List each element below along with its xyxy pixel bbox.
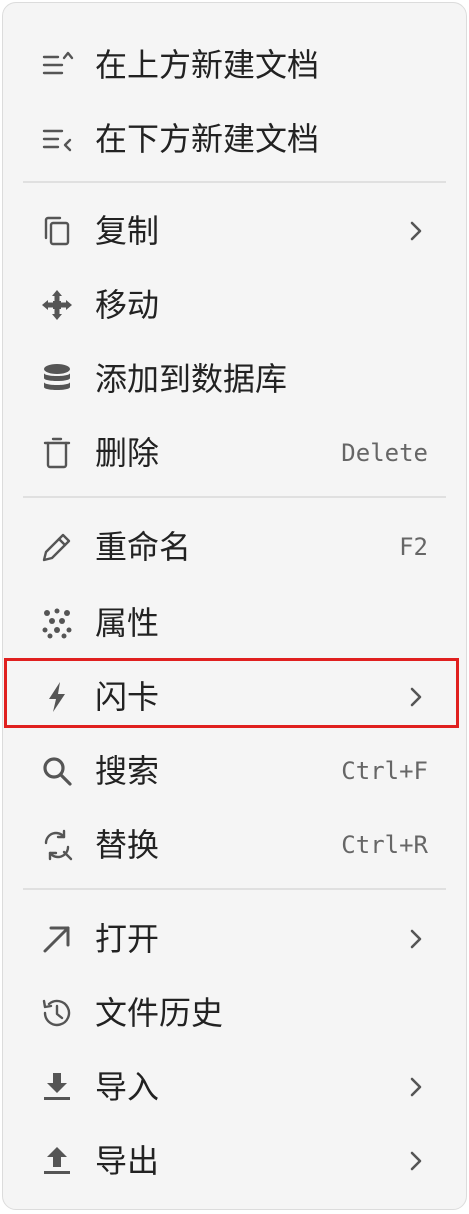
insert-above-icon <box>39 47 75 83</box>
menu-item-new-doc-below[interactable]: 在下方新建文档 <box>3 103 468 175</box>
menu-item-search[interactable]: 搜索 Ctrl+F <box>3 735 468 807</box>
menu-item-replace[interactable]: 替换 Ctrl+R <box>3 809 468 881</box>
menu-item-label: 删除 <box>95 434 160 472</box>
export-icon <box>39 1143 75 1179</box>
menu-item-delete[interactable]: 删除 Delete <box>3 417 468 489</box>
menu-item-label: 导入 <box>95 1068 160 1106</box>
menu-item-label: 搜索 <box>95 752 160 790</box>
menu-separator <box>23 888 446 890</box>
menu-item-label: 文件历史 <box>95 994 224 1032</box>
trash-icon <box>39 435 75 471</box>
menu-item-label: 复制 <box>95 212 160 250</box>
menu-item-attributes[interactable]: 属性 <box>3 587 468 659</box>
flashcard-icon <box>39 679 75 715</box>
menu-item-label: 在上方新建文档 <box>95 46 320 84</box>
menu-item-new-doc-above[interactable]: 在上方新建文档 <box>3 29 468 101</box>
menu-item-label: 导出 <box>95 1142 160 1180</box>
menu-item-file-history[interactable]: 文件历史 <box>3 977 468 1049</box>
search-icon <box>39 753 75 789</box>
chevron-right-icon <box>404 1125 428 1197</box>
insert-below-icon <box>39 121 75 157</box>
shortcut-label: Ctrl+F <box>341 757 428 785</box>
menu-item-rename[interactable]: 重命名 F2 <box>3 511 468 583</box>
menu-item-label: 属性 <box>95 604 160 642</box>
copy-icon <box>39 213 75 249</box>
menu-item-label: 重命名 <box>95 528 192 566</box>
replace-icon <box>39 827 75 863</box>
menu-item-label: 在下方新建文档 <box>95 120 320 158</box>
menu-item-copy[interactable]: 复制 <box>3 195 468 267</box>
menu-item-export[interactable]: 导出 <box>3 1125 468 1197</box>
pencil-icon <box>39 529 75 565</box>
menu-item-label: 移动 <box>95 286 160 324</box>
history-icon <box>39 995 75 1031</box>
chevron-right-icon <box>404 1051 428 1123</box>
menu-item-label: 添加到数据库 <box>95 360 288 398</box>
chevron-right-icon <box>404 661 428 733</box>
database-icon <box>39 361 75 397</box>
import-icon <box>39 1069 75 1105</box>
shortcut-label: Ctrl+R <box>341 831 428 859</box>
menu-item-label: 替换 <box>95 826 160 864</box>
menu-item-import[interactable]: 导入 <box>3 1051 468 1123</box>
open-arrow-icon <box>39 921 75 957</box>
menu-item-move[interactable]: 移动 <box>3 269 468 341</box>
shortcut-label: F2 <box>399 533 428 561</box>
attributes-icon <box>39 605 75 641</box>
menu-item-label: 闪卡 <box>95 678 160 716</box>
context-menu: 在上方新建文档 在下方新建文档 复制 移动 添加到数据库 删除 Delete 重… <box>2 2 467 1210</box>
chevron-right-icon <box>404 903 428 975</box>
menu-separator <box>23 181 446 183</box>
menu-item-add-to-database[interactable]: 添加到数据库 <box>3 343 468 415</box>
chevron-right-icon <box>404 195 428 267</box>
menu-item-open[interactable]: 打开 <box>3 903 468 975</box>
menu-separator <box>23 496 446 498</box>
move-icon <box>39 287 75 323</box>
menu-item-label: 打开 <box>95 920 160 958</box>
shortcut-label: Delete <box>341 439 428 467</box>
menu-item-flashcard[interactable]: 闪卡 <box>3 661 468 733</box>
